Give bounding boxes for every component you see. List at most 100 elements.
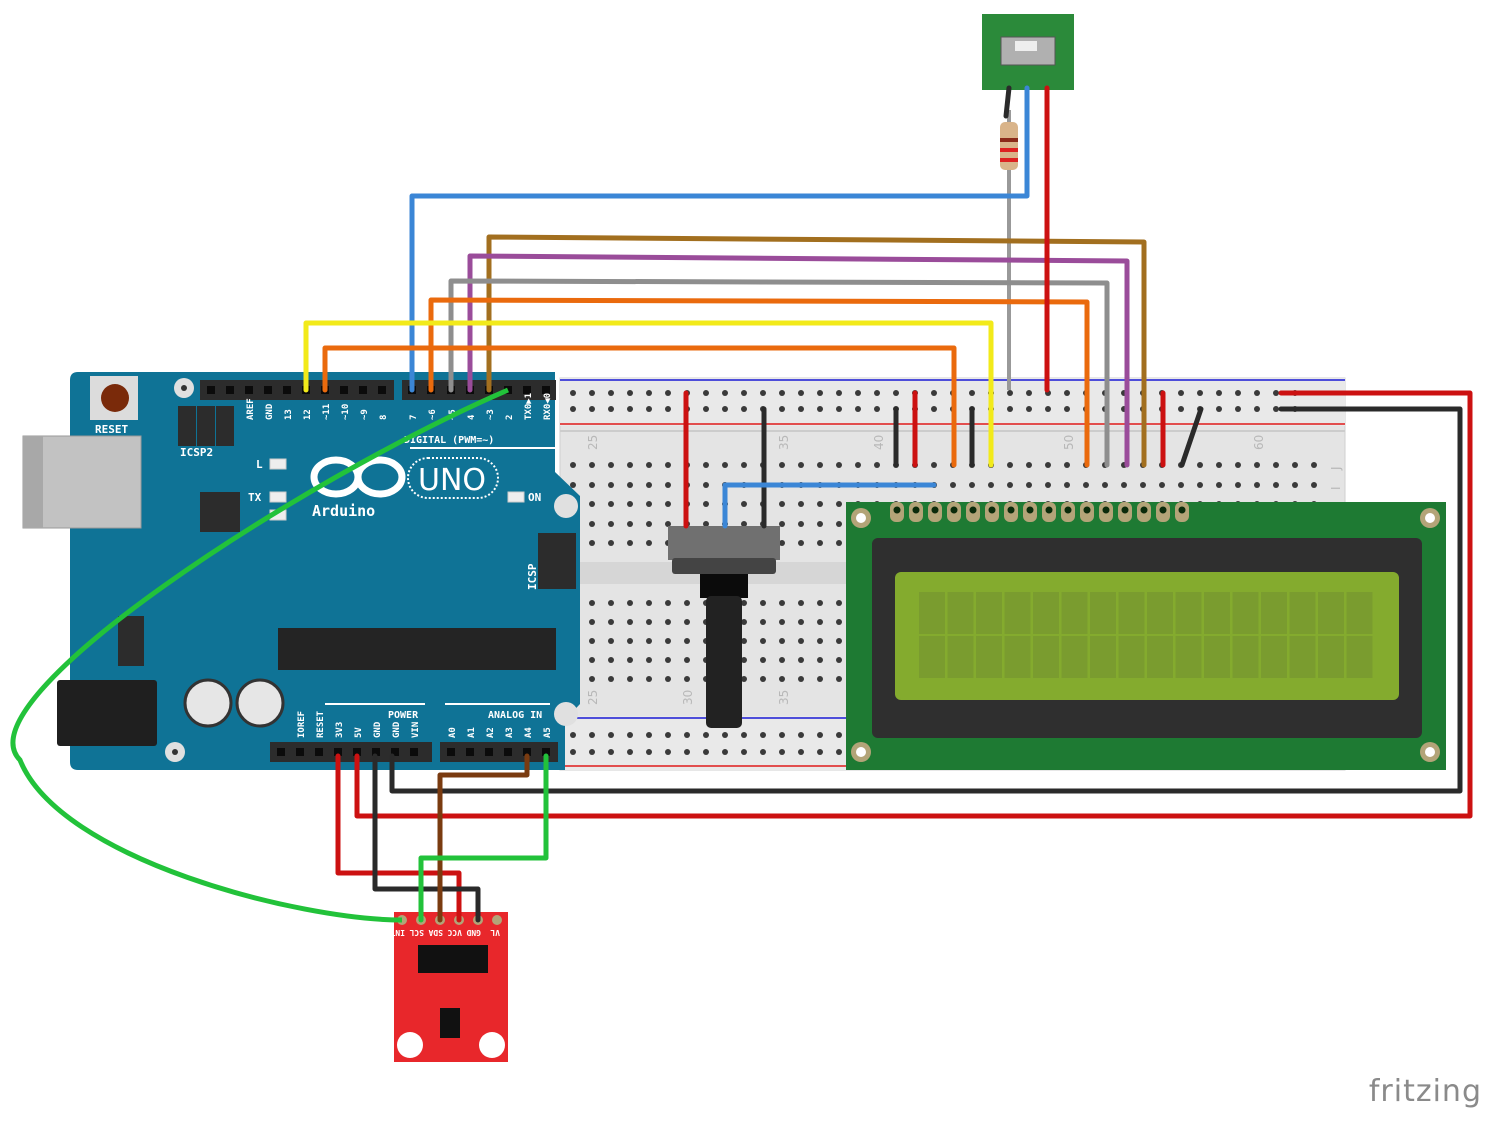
bb-col-25b: 25 <box>586 690 600 705</box>
apds9960-sensor: INT SCL SDA VCC GND VL <box>390 912 508 1062</box>
bb-hole <box>817 390 823 396</box>
bb-hole <box>589 638 595 644</box>
bb-hole <box>1064 462 1070 468</box>
bb-hole <box>817 638 823 644</box>
bb-hole <box>722 390 728 396</box>
bb-hole <box>1045 462 1051 468</box>
bb-hole <box>931 406 937 412</box>
analog-pin <box>466 748 474 756</box>
power-pin <box>296 748 304 756</box>
lcd-pin-hole <box>1121 506 1129 514</box>
lcd-char-cell <box>1147 592 1173 634</box>
lcd-16x2 <box>846 502 1446 770</box>
bb-hole <box>893 390 899 396</box>
fritzing-watermark: fritzing <box>1368 1074 1482 1109</box>
analog-pin-label: A2 <box>486 727 496 738</box>
bb-hole <box>855 462 861 468</box>
digital-pin-label: ~6 <box>428 409 438 420</box>
bb-hole <box>1197 482 1203 488</box>
bb-hole <box>855 390 861 396</box>
lcd-char-cell <box>1204 636 1230 678</box>
bb-hole <box>646 540 652 546</box>
bb-hole <box>950 482 956 488</box>
bb-hole <box>589 600 595 606</box>
power-pin-label: GND <box>392 721 402 738</box>
circuit-diagram: 25 35 40 50 60 25 30 35 J I RESET ICSP2 <box>10 14 1473 1062</box>
bb-hole <box>779 406 785 412</box>
bb-hole <box>817 600 823 606</box>
bb-hole <box>684 676 690 682</box>
bb-hole <box>627 462 633 468</box>
bb-hole <box>646 657 652 663</box>
bb-hole <box>1178 482 1184 488</box>
sensor-pin-label: SDA <box>428 928 443 937</box>
bb-hole <box>684 657 690 663</box>
bb-hole <box>760 619 766 625</box>
bb-hole <box>1216 390 1222 396</box>
uno-logo: UNO <box>418 463 486 498</box>
bb-hole <box>1007 390 1013 396</box>
lcd-char-cell <box>1033 636 1059 678</box>
lcd-pin-hole <box>893 506 901 514</box>
bb-hole <box>684 749 690 755</box>
bb-hole <box>703 390 709 396</box>
bb-hole <box>1235 390 1241 396</box>
led-l-label: L <box>256 458 263 471</box>
bb-hole <box>665 600 671 606</box>
lcd-char-cell <box>1118 592 1145 634</box>
bb-hole <box>608 521 614 527</box>
bb-hole <box>836 406 842 412</box>
bb-hole <box>608 462 614 468</box>
lcd-char-cell <box>1289 636 1316 678</box>
bb-hole <box>627 676 633 682</box>
bb-hole <box>1273 406 1279 412</box>
bb-hole <box>836 619 842 625</box>
bb-col-30: 30 <box>681 690 695 705</box>
bb-hole <box>589 521 595 527</box>
bb-hole <box>1292 462 1298 468</box>
lcd-char-cell <box>947 636 974 678</box>
bb-hole <box>855 406 861 412</box>
bb-hole <box>627 482 633 488</box>
power-header <box>270 742 432 762</box>
bb-hole <box>1197 390 1203 396</box>
analog-pin-label: A3 <box>505 727 515 738</box>
bb-hole <box>1007 482 1013 488</box>
arduino-uno-board: RESET ICSP2 ICSP AREF GND 13 12 ~11 ~10 ~9 8 7 ~6… <box>22 372 580 770</box>
bb-hole <box>779 462 785 468</box>
bb-hole <box>646 749 652 755</box>
bb-hole <box>703 482 709 488</box>
wire-black <box>1003 85 1012 119</box>
analog-pin <box>485 748 493 756</box>
bb-hole <box>1178 390 1184 396</box>
lcd-char-cell <box>1004 636 1031 678</box>
digital-pin <box>340 386 348 394</box>
bb-hole <box>646 482 652 488</box>
sensor-pin-label: GND <box>466 928 481 937</box>
bb-hole <box>969 390 975 396</box>
bb-hole <box>627 540 633 546</box>
bb-hole <box>646 521 652 527</box>
sensor-pin-label: VCC <box>447 928 462 937</box>
bb-hole <box>589 676 595 682</box>
reset-button[interactable] <box>101 384 129 412</box>
bb-hole <box>665 390 671 396</box>
digital-pin <box>523 386 531 394</box>
bb-hole <box>760 390 766 396</box>
bb-hole <box>1121 482 1127 488</box>
bb-hole <box>646 390 652 396</box>
bb-hole <box>1140 482 1146 488</box>
lcd-char-cell <box>1175 636 1202 678</box>
slide-switch[interactable] <box>982 14 1074 90</box>
bb-hole <box>1026 462 1032 468</box>
bb-hole <box>1178 406 1184 412</box>
bb-hole <box>1045 406 1051 412</box>
bb-hole <box>1235 462 1241 468</box>
bb-hole <box>988 482 994 488</box>
digital-pin-label: 4 <box>467 414 477 420</box>
bb-hole <box>760 676 766 682</box>
bb-hole <box>646 501 652 507</box>
lcd-char-cell <box>919 592 945 634</box>
bb-hole <box>627 406 633 412</box>
bb-hole <box>646 732 652 738</box>
